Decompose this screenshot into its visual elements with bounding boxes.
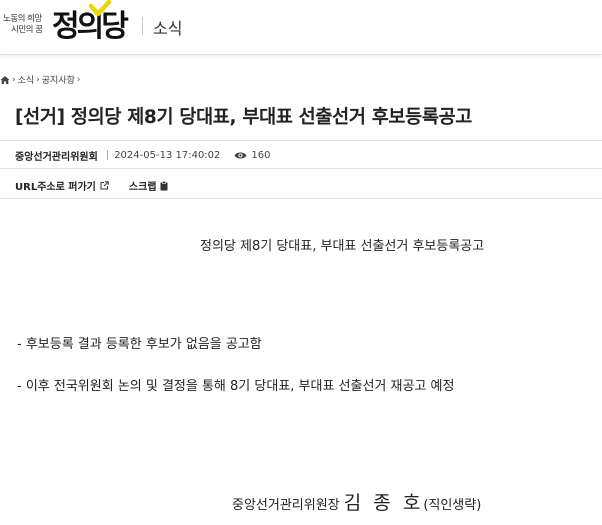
signature-seal-note: (직인생략) (423, 498, 482, 513)
home-icon[interactable] (0, 75, 10, 85)
url-share-link[interactable]: URL주소로 퍼가기 (15, 178, 96, 193)
signature-title: 중앙선거관리위원장 (232, 498, 340, 513)
content-line: - 이후 전국위원회 논의 및 결정을 통해 8기 당대표, 부대표 선출선거 … (17, 379, 455, 394)
post-title: [선거] 정의당 제8기 당대표, 부대표 선출선거 후보등록공고 (15, 107, 473, 128)
chevron-right-icon: › (36, 74, 40, 85)
breadcrumb: › 소식 › 공지사항 › (0, 73, 81, 86)
post-views: 160 (251, 150, 271, 161)
header-divider (142, 17, 143, 35)
divider (0, 198, 602, 199)
logo-check-icon (88, 0, 112, 17)
post-author: 중앙선거관리위원회 (15, 152, 98, 163)
clipboard-icon[interactable] (160, 180, 168, 191)
scrap-button[interactable]: 스크랩 (129, 178, 157, 193)
site-logo[interactable]: 노동의 희망 시민의 꿈 정의당 (0, 0, 130, 52)
header-section-title[interactable]: 소식 (153, 15, 182, 39)
content-signature: 중앙선거관리위원장 김 종 호(직인생략) (232, 488, 481, 515)
post-actions: URL주소로 퍼가기 스크랩 (15, 178, 168, 193)
divider (0, 168, 602, 169)
chevron-right-icon: › (76, 74, 81, 85)
external-link-icon[interactable] (100, 181, 109, 190)
logo-slogan: 노동의 희망 시민의 꿈 (3, 14, 43, 36)
signature-name: 김 종 호 (343, 492, 424, 514)
content-heading: 정의당 제8기 당대표, 부대표 선출선거 후보등록공고 (200, 239, 485, 254)
site-header: 노동의 희망 시민의 꿈 정의당 소식 (0, 0, 602, 55)
slogan-line1: 노동의 희망 (3, 14, 42, 24)
breadcrumb-item-news[interactable]: 소식 (18, 73, 35, 86)
meta-separator: | (105, 150, 110, 161)
breadcrumb-item-notice[interactable]: 공지사항 (42, 73, 75, 86)
eye-icon (234, 152, 247, 159)
divider (0, 140, 602, 141)
content-line: - 후보등록 결과 등록한 후보가 없음을 공고함 (17, 337, 262, 352)
slogan-line2: 시민의 꿈 (11, 25, 43, 35)
chevron-right-icon: › (12, 74, 16, 85)
post-meta: 중앙선거관리위원회 | 2024-05-13 17:40:02 160 (15, 148, 271, 163)
post-datetime: 2024-05-13 17:40:02 (114, 150, 221, 161)
